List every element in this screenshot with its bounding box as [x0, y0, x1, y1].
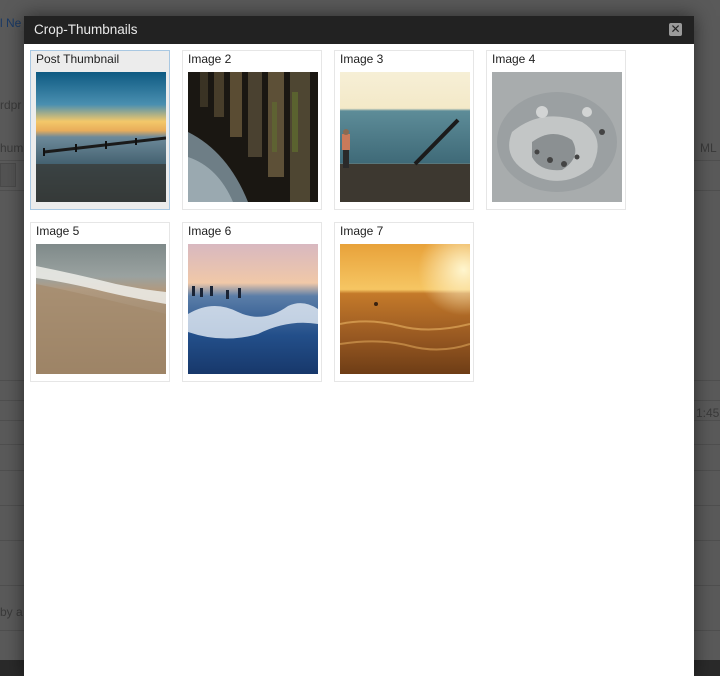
bg-fragment: by a — [0, 605, 23, 619]
thumbnail-card-image-6[interactable]: Image 6 — [182, 222, 322, 382]
thumbnail-card-image-5[interactable]: Image 5 — [30, 222, 170, 382]
thumbnail-card-image-2[interactable]: Image 2 — [182, 50, 322, 210]
thumbnail-card-post-thumbnail[interactable]: Post Thumbnail — [30, 50, 170, 210]
close-button[interactable]: ✕ — [669, 23, 682, 36]
bg-fragment: 1:45 — [696, 406, 720, 420]
thumbnail-image — [188, 244, 318, 374]
thumbnail-image — [188, 72, 318, 202]
bg-fragment: rdpr — [0, 98, 22, 112]
thumbnail-image — [36, 72, 166, 202]
dialog-title: Crop-Thumbnails — [34, 22, 138, 37]
thumbnail-image — [340, 72, 470, 202]
bg-fragment: hum — [0, 141, 24, 155]
bg-toolbar — [0, 163, 16, 187]
dialog-titlebar: Crop-Thumbnails ✕ — [24, 16, 694, 44]
thumbnail-label: Image 7 — [340, 224, 384, 238]
bg-fragment: ML — [700, 141, 717, 155]
thumbnail-label: Image 3 — [340, 52, 384, 66]
thumbnail-image — [340, 244, 470, 374]
thumbnail-label: Image 4 — [492, 52, 536, 66]
thumbnail-image — [36, 244, 166, 374]
thumbnail-image — [492, 72, 622, 202]
thumbnail-card-image-3[interactable]: Image 3 — [334, 50, 474, 210]
crop-thumbnails-dialog: Crop-Thumbnails ✕ Post Thumbnail Image 2… — [24, 16, 694, 676]
bg-fragment: l Ne — [0, 16, 22, 30]
thumbnail-card-image-4[interactable]: Image 4 — [486, 50, 626, 210]
thumbnail-label: Image 2 — [188, 52, 232, 66]
thumbnail-label: Image 6 — [188, 224, 232, 238]
thumbnail-card-image-7[interactable]: Image 7 — [334, 222, 474, 382]
thumbnail-label: Image 5 — [36, 224, 80, 238]
thumbnail-label: Post Thumbnail — [36, 52, 120, 66]
